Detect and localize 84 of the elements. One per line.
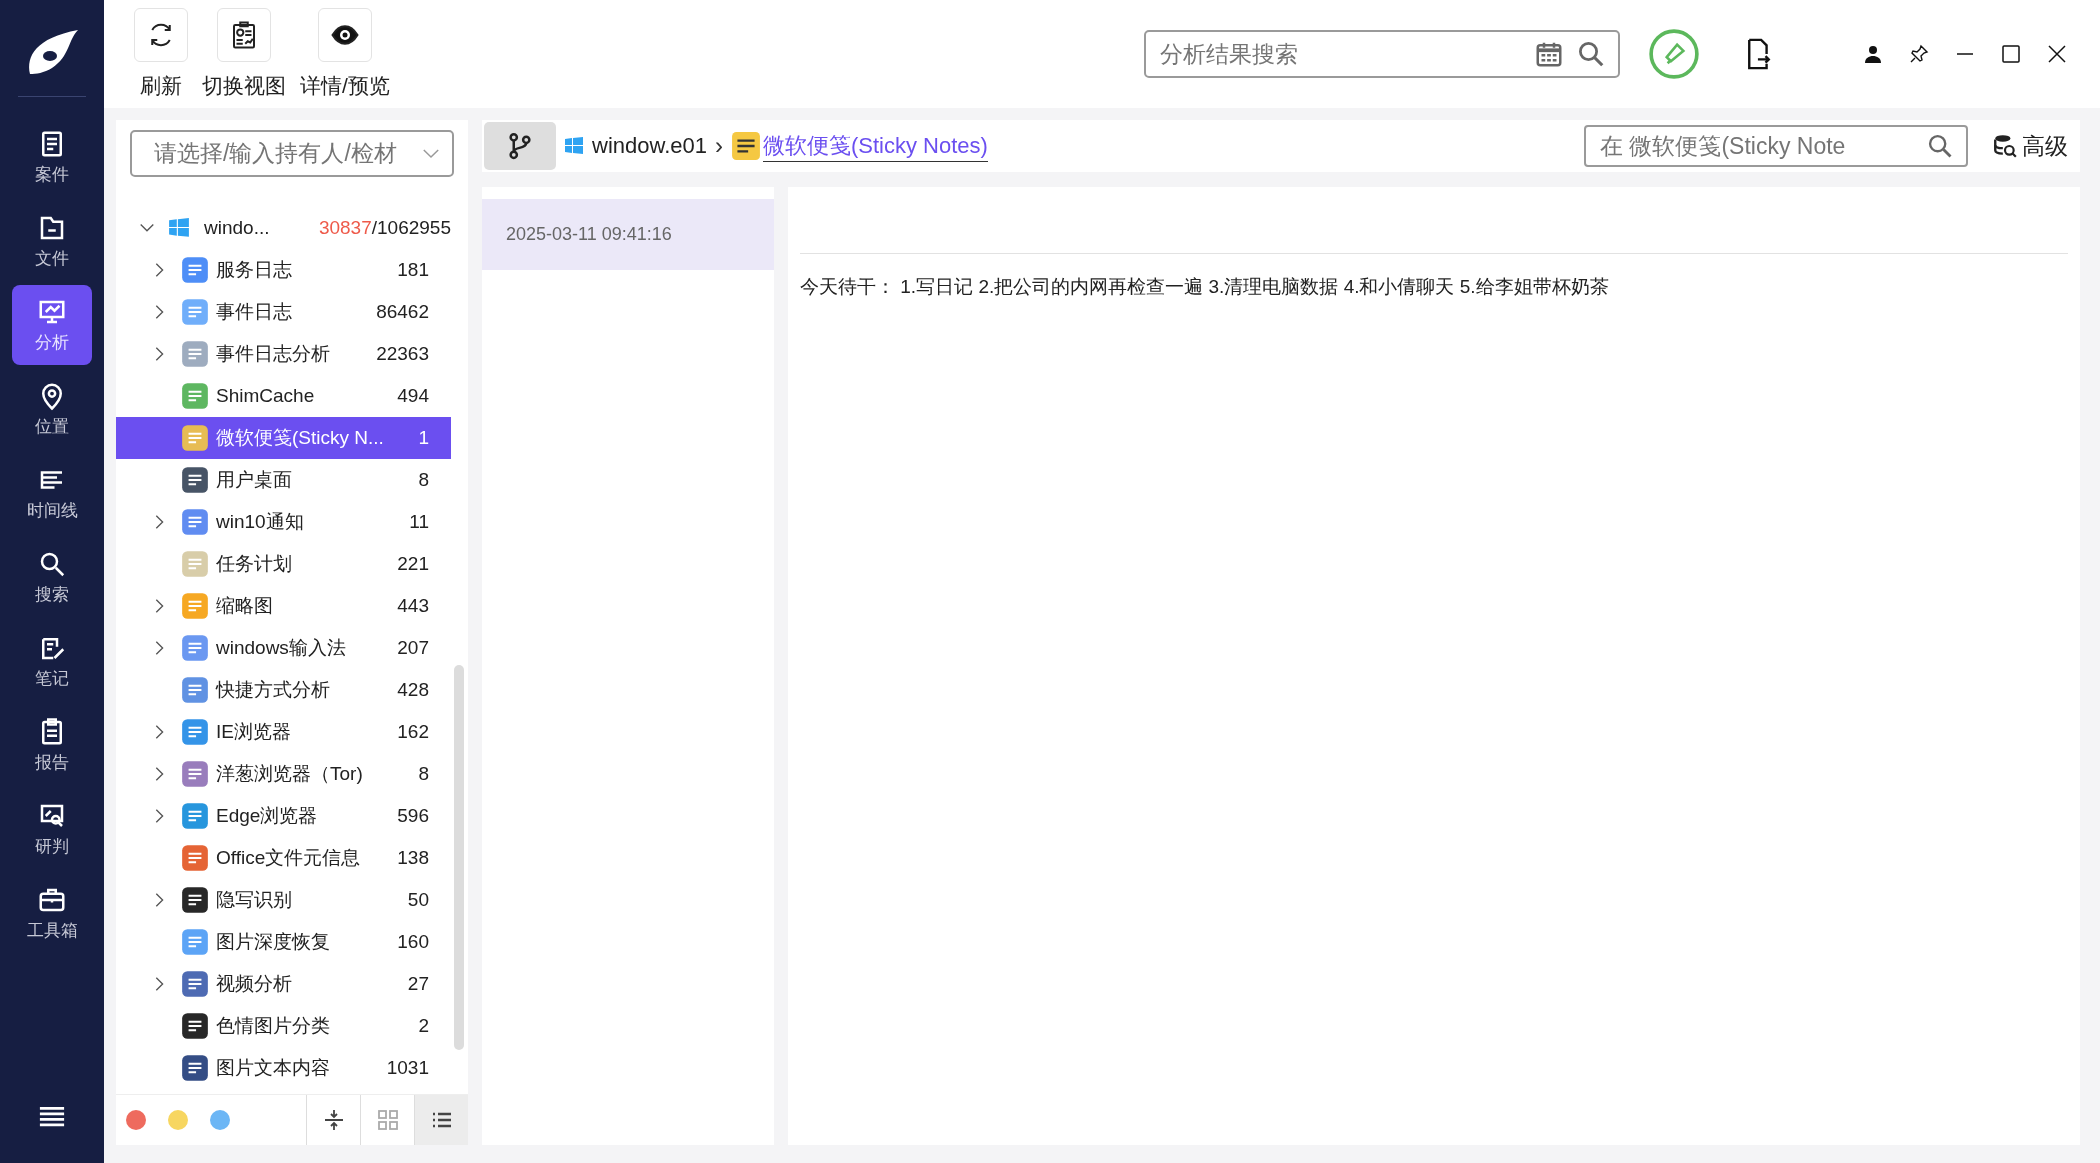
tree-item[interactable]: 事件日志 86462 (116, 291, 451, 333)
tree-item[interactable]: win10通知 11 (116, 501, 451, 543)
app-icon (180, 843, 210, 873)
pin-icon[interactable] (1909, 44, 1929, 64)
nav-item[interactable]: 文件 (12, 201, 92, 281)
app-icon (180, 423, 210, 453)
nav-item[interactable]: 笔记 (12, 621, 92, 701)
color-filter-dot[interactable] (168, 1110, 188, 1130)
note-icon (731, 131, 761, 161)
nav-item[interactable]: 分析 (12, 285, 92, 365)
database-search-icon (1992, 133, 2018, 159)
toolbar-button[interactable]: 详情/预览 (300, 8, 390, 100)
breadcrumb-separator: › (715, 132, 723, 160)
app-icon (180, 927, 210, 957)
app-icon (180, 297, 210, 327)
search-field[interactable]: 分析结果搜索 (1144, 30, 1620, 78)
windows-icon (168, 217, 190, 239)
search-icon[interactable] (1926, 132, 1954, 160)
tree-item[interactable]: 图片深度恢复 160 (116, 921, 451, 963)
tree-item[interactable]: Edge浏览器 596 (116, 795, 451, 837)
breadcrumb-link[interactable]: 微软便笺(Sticky Notes) (763, 130, 988, 162)
user-icon[interactable] (1863, 44, 1883, 64)
tree-item[interactable]: ShimCache 494 (116, 375, 451, 417)
app-icon (180, 591, 210, 621)
chevron-down-icon (422, 148, 440, 159)
tree-label: windo... (204, 217, 271, 239)
app-icon (180, 885, 210, 915)
nav-item[interactable]: 案件 (12, 117, 92, 197)
app-icon (180, 759, 210, 789)
nav-item[interactable]: 工具箱 (12, 873, 92, 953)
app-icon (180, 801, 210, 831)
scrollbar[interactable] (454, 665, 464, 1050)
tree-item[interactable]: 色情图片分类 2 (116, 1005, 451, 1047)
app-icon (180, 969, 210, 999)
app-icon (180, 1053, 210, 1083)
maximize-icon[interactable] (2001, 44, 2021, 64)
app-icon (180, 507, 210, 537)
tree-item[interactable]: 隐写识别 50 (116, 879, 451, 921)
grid-icon (375, 1108, 400, 1132)
breadcrumb-item[interactable]: window.e01 (592, 133, 707, 159)
color-filter-dot[interactable] (210, 1110, 230, 1130)
nav-item[interactable]: 研判 (12, 789, 92, 869)
advanced-search-button[interactable]: 高级 (1992, 130, 2068, 162)
tree-item[interactable]: 洋葱浏览器（Tor) 8 (116, 753, 451, 795)
record-item[interactable]: 2025-03-11 09:41:16 (482, 199, 774, 270)
tree-item[interactable]: 任务计划 221 (116, 543, 451, 585)
tree-item[interactable]: 事件日志分析 22363 (116, 333, 451, 375)
search-field[interactable]: 在 微软便笺(Sticky Note (1584, 125, 1968, 167)
toolbar-button[interactable]: 切换视图 (202, 8, 286, 100)
tree-item[interactable]: windows输入法 207 (116, 627, 451, 669)
tree-item[interactable]: windo... 30837/1062955 (116, 207, 451, 249)
tree-item[interactable]: 微软便笺(Sticky N... 1 (116, 417, 451, 459)
export-icon[interactable] (1746, 37, 1772, 71)
app-icon (180, 549, 210, 579)
app-icon (180, 381, 210, 411)
app-icon (180, 675, 210, 705)
note-text: 今天待干： 1.写日记 2.把公司的内网再检查一遍 3.清理电脑数据 4.和小倩聊天 5.给李姐带杯奶茶 (800, 275, 1610, 299)
branch-button[interactable] (484, 122, 556, 170)
close-icon[interactable] (2047, 44, 2067, 64)
app-icon (180, 1011, 210, 1041)
app-icon (180, 717, 210, 747)
nav-item[interactable]: 位置 (12, 369, 92, 449)
tree-item[interactable]: 图片文本内容 1031 (116, 1047, 451, 1089)
tree-item[interactable]: 服务日志 181 (116, 249, 451, 291)
tree-count: 30837/1062955 (318, 217, 451, 239)
color-filter-dot[interactable] (126, 1110, 146, 1130)
nav-item[interactable]: 时间线 (12, 453, 92, 533)
tree-item[interactable]: 用户桌面 8 (116, 459, 451, 501)
list-view-button[interactable] (414, 1095, 468, 1145)
search-icon[interactable] (1576, 39, 1606, 69)
tree-item[interactable]: 缩略图 443 (116, 585, 451, 627)
tree-item[interactable]: 快捷方式分析 428 (116, 669, 451, 711)
nav-item[interactable]: 报告 (12, 705, 92, 785)
menu-icon[interactable] (38, 1105, 66, 1127)
nav-item[interactable]: 搜索 (12, 537, 92, 617)
app-icon (180, 339, 210, 369)
tree-item[interactable]: Office文件元信息 138 (116, 837, 451, 879)
tree-item[interactable]: IE浏览器 162 (116, 711, 451, 753)
tree-item[interactable]: 视频分析 27 (116, 963, 451, 1005)
app-icon (180, 633, 210, 663)
owner-select[interactable]: 请选择/输入持有人/检材 (130, 130, 454, 177)
app-icon (180, 255, 210, 285)
app-icon (180, 465, 210, 495)
windows-icon (564, 136, 584, 156)
